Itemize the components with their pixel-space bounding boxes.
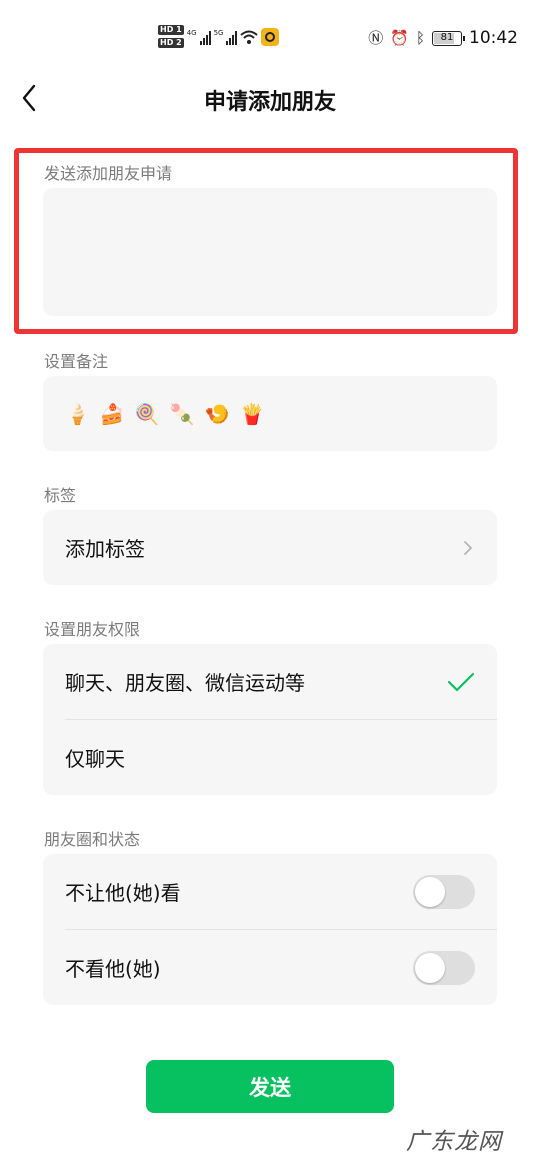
- tags-card: 添加标签: [43, 510, 497, 585]
- network-type-2: 5G: [213, 29, 224, 37]
- permission-option-chat-only[interactable]: 仅聊天: [43, 720, 497, 795]
- permission-option-label: 仅聊天: [65, 747, 125, 771]
- add-tag-row[interactable]: 添加标签: [43, 510, 497, 585]
- request-label: 发送添加朋友申请: [44, 164, 173, 183]
- hide-their-moments-row[interactable]: 不看他(她): [43, 930, 497, 1005]
- hide-my-moments-label: 不让他(她)看: [65, 881, 181, 905]
- hide-my-moments-row[interactable]: 不让他(她)看: [43, 854, 497, 929]
- permission-option-label: 聊天、朋友圈、微信运动等: [65, 671, 305, 695]
- hide-their-moments-label: 不看他(她): [65, 957, 161, 981]
- request-message-input[interactable]: [43, 188, 497, 316]
- network-type-1: 4G: [186, 29, 197, 37]
- lollipop-emoji: 🍭: [134, 402, 160, 426]
- hide-their-moments-toggle[interactable]: [413, 950, 475, 985]
- nav-bar: 申请添加朋友: [0, 70, 540, 126]
- watermark: 广东龙网: [406, 1129, 502, 1155]
- battery-level: 81: [440, 31, 454, 43]
- remark-emojis: 🍦 🍰 🍭 🍡 🍤 🍟: [65, 402, 264, 426]
- permission-option-all[interactable]: 聊天、朋友圈、微信运动等: [43, 644, 497, 719]
- send-button[interactable]: 发送: [146, 1060, 394, 1113]
- battery-icon: 81: [432, 30, 465, 46]
- page-title: 申请添加朋友: [203, 90, 336, 115]
- hd1-badge: HD 1: [158, 25, 184, 35]
- fries-emoji: 🍟: [239, 402, 265, 426]
- tags-label: 标签: [44, 486, 77, 505]
- dango-emoji: 🍡: [169, 402, 195, 426]
- moments-label: 朋友圈和状态: [44, 830, 141, 849]
- wifi-icon: [240, 30, 259, 44]
- signal-icon-2: [226, 29, 238, 45]
- clock: 10:42: [469, 28, 518, 48]
- chevron-right-icon: [464, 540, 472, 555]
- alarm-icon: ⏰: [390, 29, 409, 47]
- status-right: Ⓝ ⏰ ᛒ 81 10:42: [368, 28, 518, 48]
- toggle-knob: [415, 952, 445, 983]
- request-message-field[interactable]: [43, 188, 497, 316]
- permissions-card: 聊天、朋友圈、微信运动等 仅聊天: [43, 644, 497, 795]
- hide-my-moments-toggle[interactable]: [413, 874, 475, 909]
- signal-icon: [199, 29, 211, 45]
- hd2-badge: HD 2: [158, 38, 184, 48]
- remark-field[interactable]: 🍦 🍰 🍭 🍡 🍤 🍟: [43, 376, 497, 451]
- shrimp-emoji: 🍤: [204, 402, 230, 426]
- status-bar: HD 1 HD 2 4G 5G Ⓝ ⏰ ᛒ 81 10:42: [0, 0, 540, 80]
- status-left: HD 1 HD 2 4G 5G: [158, 25, 280, 48]
- checkmark-icon: [447, 672, 475, 691]
- permissions-label: 设置朋友权限: [44, 620, 141, 639]
- app-notification-icon: [261, 27, 280, 46]
- cake-emoji: 🍰: [99, 402, 125, 426]
- toggle-knob: [415, 876, 445, 907]
- hd-indicators: HD 1 HD 2: [158, 25, 184, 48]
- add-tag-label: 添加标签: [65, 537, 145, 561]
- nfc-icon: Ⓝ: [368, 29, 384, 47]
- ice-cream-emoji: 🍦: [65, 402, 90, 426]
- bluetooth-icon: ᛒ: [415, 29, 425, 47]
- moments-card: 不让他(她)看 不看他(她): [43, 854, 497, 1005]
- remark-label: 设置备注: [44, 352, 109, 371]
